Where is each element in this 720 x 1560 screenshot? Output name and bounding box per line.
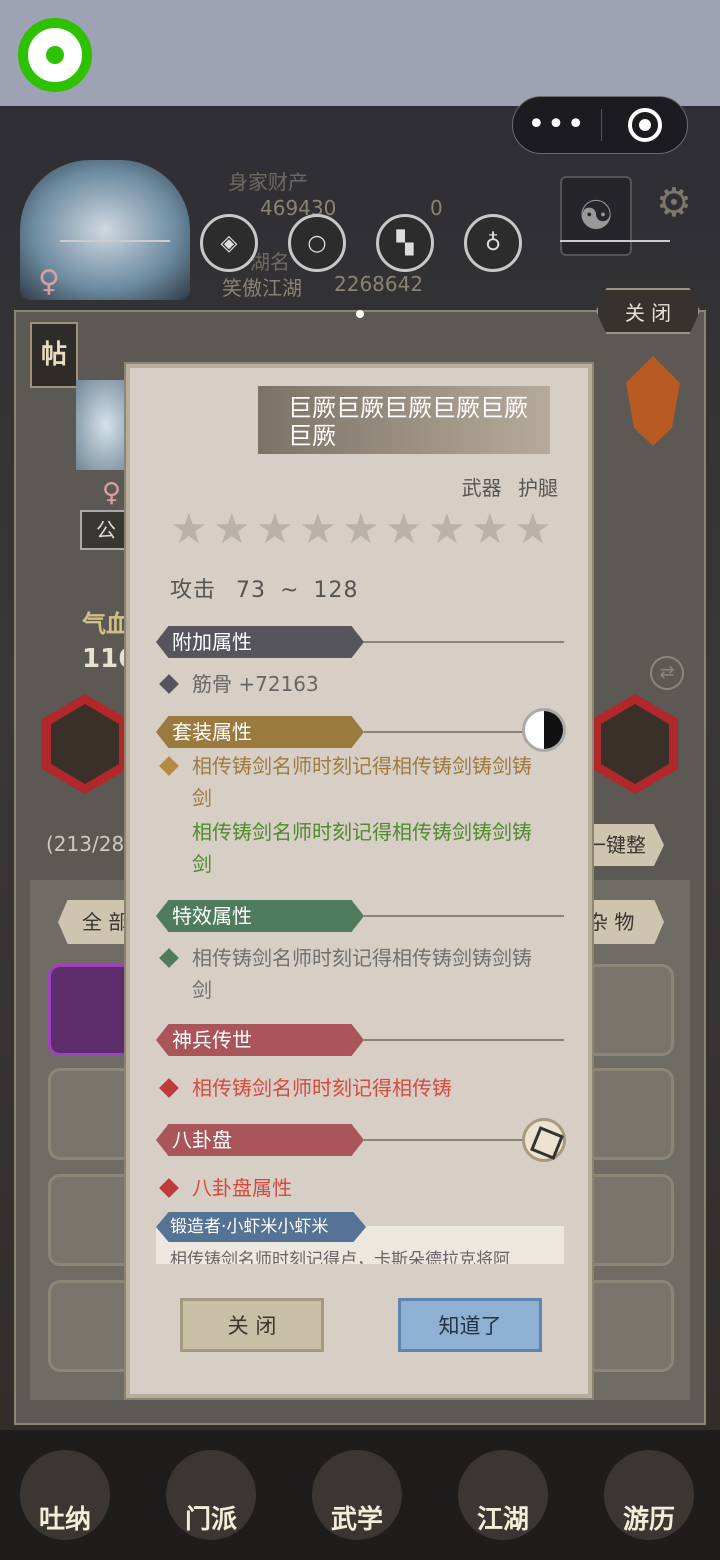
sort-button[interactable]: 一键整理	[580, 824, 664, 866]
item-detail-modal: 巨厥巨厥巨厥巨厥巨厥巨厥 武器 护腿 ★ ★ ★ ★ ★ ★ ★ ★ ★ 攻击 73 ~ 128…	[126, 364, 592, 1398]
ok-button[interactable]: 知道了	[398, 1298, 542, 1352]
forger-label: 锻造者·小虾米小虾米	[156, 1212, 366, 1242]
star-icon: ★	[256, 504, 294, 553]
post-icon[interactable]: 帖	[30, 322, 78, 388]
yinyang-icon[interactable]	[522, 708, 566, 752]
bagua-icon[interactable]	[522, 1118, 566, 1162]
forger-text: 相传铸剑名师时刻记得卢，卡斯朵德拉克将阿	[170, 1250, 510, 1264]
close-button[interactable]: 关 闭	[180, 1298, 324, 1352]
nav-tuna[interactable]: 吐纳	[20, 1450, 110, 1540]
divine-item-text: 相传铸剑名师时刻记得相传铸	[192, 1076, 452, 1100]
section-divine-line	[364, 1039, 564, 1041]
star-icon: ★	[213, 504, 251, 553]
section-set-header: 套装属性	[156, 716, 364, 748]
attack-separator: ~	[280, 578, 300, 603]
nav-sect[interactable]: 门派	[166, 1450, 256, 1540]
title-badge[interactable]: 公	[80, 510, 132, 550]
female-small-icon: ♀	[102, 478, 122, 508]
divider-left	[60, 240, 170, 242]
bag-slot[interactable]	[582, 964, 674, 1056]
jade-value: 0	[430, 196, 443, 220]
female-icon: ♀	[38, 264, 60, 299]
attack-max: 128	[313, 578, 359, 603]
diamond-icon	[159, 756, 179, 776]
close-program-icon[interactable]	[628, 108, 662, 142]
section-extra-header: 附加属性	[156, 626, 364, 658]
wealth-label: 身家财产	[228, 170, 308, 194]
star-icon: ★	[471, 504, 509, 553]
item-tags: 武器 护腿	[461, 476, 558, 500]
horse-icon	[601, 704, 669, 784]
set-item: 相传铸剑名师时刻记得相传铸剑铸剑铸剑	[159, 750, 542, 814]
set-item-text: 相传铸剑名师时刻记得相传铸剑铸剑铸剑	[192, 754, 532, 810]
spear-icon	[51, 704, 119, 784]
close-panel-button[interactable]: 关 闭	[596, 288, 700, 334]
set-item-green: 相传铸剑名师时刻记得相传铸剑铸剑铸剑	[192, 820, 532, 876]
bag-slot[interactable]	[582, 1068, 674, 1160]
bag-slot[interactable]	[582, 1174, 674, 1266]
boots-icon[interactable]: ▚	[376, 214, 434, 272]
attack-stat: 攻击 73 ~ 128	[170, 572, 358, 604]
bagua-item-text: 八卦盘属性	[192, 1176, 292, 1200]
swap-icon[interactable]: ⇄	[650, 656, 684, 690]
star-icon: ★	[514, 504, 552, 553]
diamond-icon	[159, 1178, 179, 1198]
bag-count: (213/288	[46, 832, 137, 856]
diamond-icon	[159, 674, 179, 694]
section-divine-header: 神兵传世	[156, 1024, 364, 1056]
jianghu-name: 笑傲江湖	[222, 276, 302, 300]
yinyang-badge-icon[interactable]: ☯	[560, 176, 632, 256]
star-icon: ★	[299, 504, 337, 553]
status-bar	[0, 0, 720, 106]
capsule-divider	[601, 109, 602, 141]
more-menu-icon[interactable]: •••	[513, 96, 601, 154]
nav-martial[interactable]: 武学	[312, 1450, 402, 1540]
star-icon: ★	[385, 504, 423, 553]
section-effect-header: 特效属性	[156, 900, 364, 932]
effect-item: 相传铸剑名师时刻记得相传铸剑铸剑铸剑	[159, 942, 542, 1006]
star-icon: ★	[170, 504, 208, 553]
item-title: 巨厥巨厥巨厥巨厥巨厥巨厥	[258, 386, 550, 454]
mini-program-capsule: •••	[512, 96, 688, 154]
extra-item: 筋骨 +72163	[159, 668, 542, 700]
diamond-icon	[159, 1078, 179, 1098]
star-icon: ★	[428, 504, 466, 553]
effect-item-text: 相传铸剑名师时刻记得相传铸剑铸剑铸剑	[192, 946, 532, 1002]
diamond-icon	[159, 948, 179, 968]
attack-min: 73	[236, 578, 267, 603]
nav-jianghu[interactable]: 江湖	[458, 1450, 548, 1540]
star-icon: ★	[342, 504, 380, 553]
attack-label: 攻击	[170, 578, 217, 603]
divider-right	[560, 240, 670, 242]
divine-item: 相传铸剑名师时刻记得相传铸	[159, 1072, 542, 1104]
jianghu-value: 2268642	[334, 272, 424, 296]
tab-misc[interactable]: 杂 物	[584, 900, 664, 944]
bag-slot[interactable]	[582, 1280, 674, 1372]
nav-travel[interactable]: 游历	[604, 1450, 694, 1540]
section-bagua-header: 八卦盘	[156, 1124, 364, 1156]
page-indicator	[356, 310, 364, 318]
star-rating: ★ ★ ★ ★ ★ ★ ★ ★ ★	[170, 504, 552, 553]
chat-app-icon	[18, 18, 92, 92]
ring-icon[interactable]: ○	[288, 214, 346, 272]
hp-label: 气血	[82, 610, 130, 638]
extra-item-text: 筋骨 +72163	[192, 672, 319, 696]
bagua-item: 八卦盘属性	[159, 1172, 542, 1204]
section-effect-line	[364, 915, 564, 917]
section-extra-line	[364, 641, 564, 643]
armor-icon[interactable]: ◈	[200, 214, 258, 272]
gear-icon[interactable]: ⚙	[656, 180, 692, 226]
necklace-icon[interactable]: ♁	[464, 214, 522, 272]
